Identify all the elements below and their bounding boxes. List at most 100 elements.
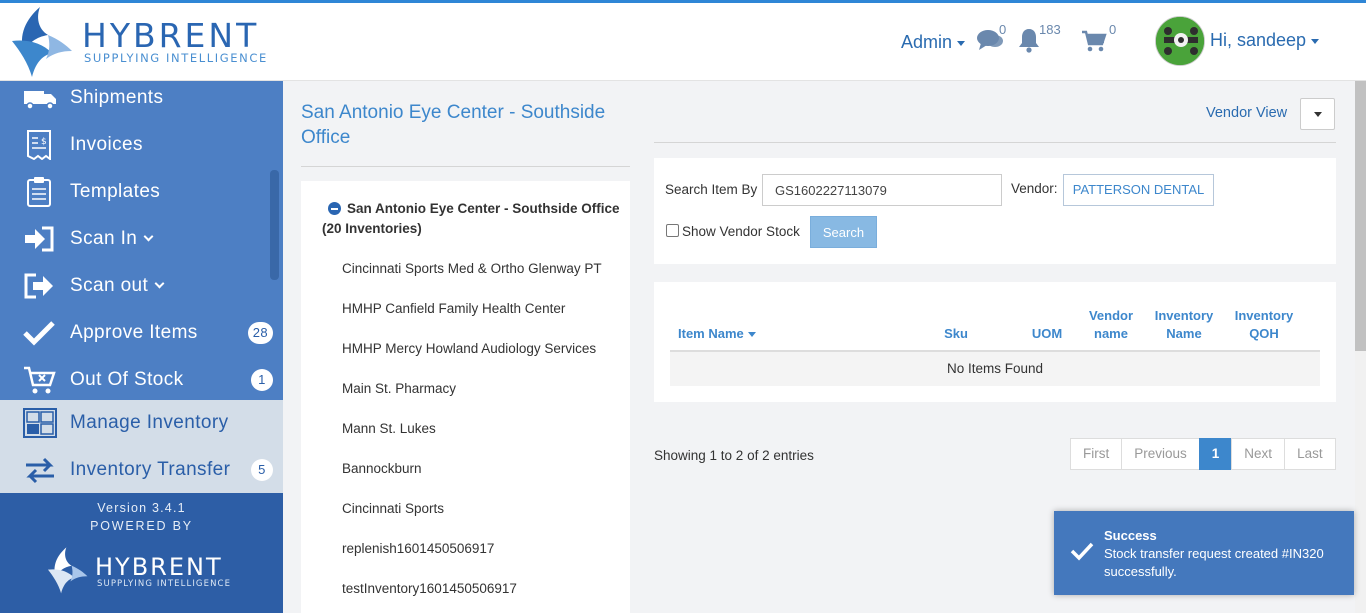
sidebar-item-out-of-stock[interactable]: Out Of Stock 1: [0, 357, 283, 404]
page-first-button[interactable]: First: [1070, 438, 1123, 470]
column-label: Item Name: [678, 326, 744, 341]
transfer-icon: [26, 457, 54, 484]
vendor-view-dropdown[interactable]: [1300, 98, 1335, 130]
sort-caret-icon: [748, 332, 757, 338]
tree-item[interactable]: HMHP Canfield Family Health Center: [342, 301, 565, 316]
scrollbar-thumb[interactable]: [1355, 81, 1366, 351]
tree-root-label: San Antonio Eye Center - Southside Offic…: [322, 201, 620, 236]
show-vendor-stock-checkbox[interactable]: [666, 224, 679, 237]
messages-count: 0: [999, 22, 1007, 37]
sidebar-item-label: Out Of Stock: [70, 369, 184, 390]
sidebar-item-scan-in[interactable]: Scan In: [0, 216, 283, 263]
tree-item[interactable]: Cincinnati Sports: [342, 501, 444, 516]
inventory-tree: San Antonio Eye Center - Southside Offic…: [301, 181, 630, 613]
inventory-transfer-badge: 5: [251, 459, 273, 481]
toast-title: Success: [1104, 528, 1157, 543]
vendor-label: Vendor:: [1011, 181, 1058, 196]
footer-tagline: SUPPLYING INTELLIGENCE: [97, 579, 232, 589]
sidebar-item-templates[interactable]: Templates: [0, 169, 283, 216]
avatar-image-icon: [1156, 17, 1204, 65]
bell-icon[interactable]: [1017, 27, 1041, 53]
cart-icon: [24, 366, 56, 394]
check-icon: [23, 321, 55, 346]
admin-label: Admin: [901, 32, 953, 52]
sign-in-icon: [25, 226, 54, 252]
divider: [301, 166, 630, 167]
pagination: First Previous 1 Next Last: [1070, 438, 1336, 470]
sidebar-item-label: Inventory Transfer: [70, 459, 231, 480]
clipboard-icon: [27, 177, 51, 207]
tree-root-node[interactable]: San Antonio Eye Center - Southside Offic…: [322, 199, 622, 239]
admin-dropdown[interactable]: Admin: [901, 32, 966, 53]
sidebar-item-shipments[interactable]: Shipments: [0, 75, 283, 122]
sidebar-item-approve-items[interactable]: Approve Items 28: [0, 310, 283, 357]
tree-item[interactable]: Mann St. Lukes: [342, 421, 436, 436]
inventory-icon: [23, 408, 57, 438]
sidebar-item-manage-inventory[interactable]: Manage Inventory: [0, 400, 283, 447]
tree-item[interactable]: HMHP Mercy Howland Audiology Services: [342, 341, 596, 356]
window-scrollbar[interactable]: [1355, 81, 1366, 613]
caret-down-icon: [957, 40, 966, 46]
sidebar-item-label: Scan out: [70, 275, 165, 297]
vendor-view-label: Vendor View: [1206, 105, 1288, 121]
vendor-select[interactable]: PATTERSON DENTAL: [1063, 174, 1214, 206]
user-greeting: Hi, sandeep: [1210, 30, 1307, 50]
svg-text:$: $: [41, 137, 47, 147]
chevron-down-icon: [154, 278, 165, 289]
scan-in-text: Scan In: [70, 228, 138, 249]
page-previous-button[interactable]: Previous: [1121, 438, 1200, 470]
page-next-button[interactable]: Next: [1231, 438, 1286, 470]
user-menu[interactable]: Hi, sandeep: [1210, 30, 1320, 51]
show-vendor-stock-label: Show Vendor Stock: [682, 224, 800, 239]
out-of-stock-badge: 1: [251, 369, 273, 391]
column-header-sku[interactable]: Sku: [936, 325, 976, 343]
success-toast[interactable]: Success Stock transfer request created #…: [1054, 511, 1354, 595]
user-avatar[interactable]: [1155, 16, 1205, 66]
page-current-button[interactable]: 1: [1198, 438, 1233, 470]
sign-out-icon: [24, 273, 53, 299]
scan-out-text: Scan out: [70, 275, 149, 296]
top-header: HYBRENT SUPPLYING INTELLIGENCE Admin 0 1…: [0, 0, 1366, 81]
column-header-inventory-qoh[interactable]: Inventory QOH: [1229, 307, 1299, 343]
brand-tagline: SUPPLYING INTELLIGENCE: [84, 51, 268, 65]
search-item-by-label: Search Item By: [665, 182, 758, 197]
sidebar-item-label: Templates: [70, 181, 161, 202]
tree-item[interactable]: replenish1601450506917: [342, 541, 494, 556]
sidebar-item-scan-out[interactable]: Scan out: [0, 263, 283, 310]
check-icon: [1070, 542, 1094, 561]
hybrent-bird-logo-icon: [47, 547, 88, 594]
sidebar-item-label: Invoices: [70, 134, 143, 155]
version-text: Version 3.4.1: [97, 501, 186, 515]
search-button[interactable]: Search: [810, 216, 877, 248]
brand-name: HYBRENT: [82, 16, 260, 55]
tree-item[interactable]: Bannockburn: [342, 461, 422, 476]
hybrent-bird-logo-icon: [12, 7, 72, 77]
search-panel: Search Item By Vendor: PATTERSON DENTAL …: [654, 158, 1336, 264]
column-header-inventory-name[interactable]: Inventory Name: [1149, 307, 1219, 343]
column-header-uom[interactable]: UOM: [1027, 325, 1067, 343]
sidebar-item-inventory-transfer[interactable]: Inventory Transfer 5: [0, 447, 283, 494]
table-empty-row: No Items Found: [670, 352, 1320, 386]
collapse-minus-icon[interactable]: [328, 202, 341, 215]
powered-by-text: POWERED BY: [90, 519, 193, 533]
tree-item[interactable]: Cincinnati Sports Med & Ortho Glenway PT: [342, 261, 602, 276]
search-input[interactable]: [762, 174, 1002, 206]
notifications-count: 183: [1039, 22, 1061, 37]
sidebar-scrollbar[interactable]: [270, 170, 279, 280]
invoice-icon: $: [27, 130, 51, 160]
showing-entries-text: Showing 1 to 2 of 2 entries: [654, 448, 814, 463]
sidebar-footer: Version 3.4.1 POWERED BY HYBRENT SUPPLYI…: [0, 493, 283, 613]
sidebar-item-invoices[interactable]: $ Invoices: [0, 122, 283, 169]
chevron-down-icon: [143, 231, 154, 242]
column-header-vendor-name[interactable]: Vendor name: [1081, 307, 1141, 343]
cart-icon[interactable]: [1081, 30, 1107, 52]
hybrent-logo[interactable]: HYBRENT SUPPLYING INTELLIGENCE: [6, 5, 286, 81]
page-last-button[interactable]: Last: [1284, 438, 1336, 470]
column-header-item-name[interactable]: Item Name: [678, 325, 757, 343]
items-table: Item Name Sku UOM Vendor name Inventory …: [654, 282, 1336, 402]
sidebar-item-label: Approve Items: [70, 322, 198, 343]
footer-brand: HYBRENT: [95, 553, 223, 581]
tree-item[interactable]: Main St. Pharmacy: [342, 381, 456, 396]
sidebar-item-label: Manage Inventory: [70, 412, 229, 433]
tree-item[interactable]: testInventory1601450506917: [342, 581, 517, 596]
